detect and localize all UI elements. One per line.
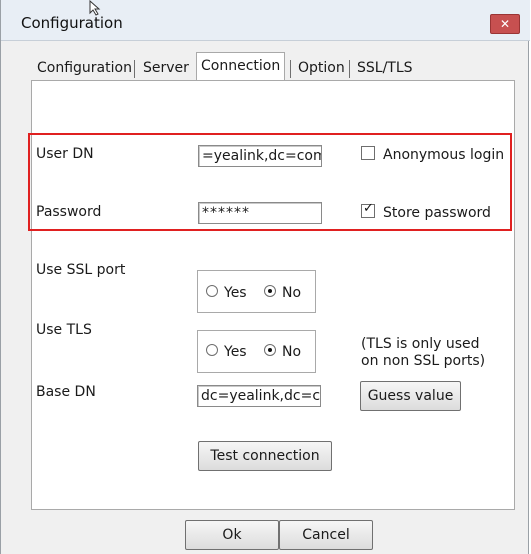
tab-server[interactable]: Server [139,56,193,80]
user-dn-label: User DN [36,146,94,162]
tls-yes-radio[interactable]: Yes [206,344,247,360]
base-dn-field[interactable]: dc=yealink,dc=c [197,385,321,407]
checkbox-box [361,146,375,160]
ssl-yes-label: Yes [224,285,247,301]
tab-configuration[interactable]: Configuration [33,56,136,80]
base-dn-label: Base DN [36,384,96,400]
use-ssl-port-label: Use SSL port [36,262,126,278]
tls-yes-label: Yes [224,344,247,360]
tab-divider [290,60,291,78]
ssl-no-radio[interactable]: No [264,285,301,301]
tls-note-line1: (TLS is only used [361,336,480,352]
ssl-yes-radio[interactable]: Yes [206,285,247,301]
radio-selected-icon [264,344,276,356]
tls-note-line2: on non SSL ports) [361,353,486,369]
tab-option[interactable]: Option [294,56,349,80]
close-button[interactable]: ✕ [490,14,520,34]
checkbox-box: ✓ [361,201,375,218]
anonymous-login-checkbox[interactable]: Anonymous login [361,146,504,163]
close-icon: ✕ [499,17,511,31]
tab-ssl-tls[interactable]: SSL/TLS [353,56,417,80]
radio-icon [206,344,218,356]
configuration-dialog: Configuration ✕ Configuration Server Con… [0,0,530,554]
password-label: Password [36,204,102,220]
tls-no-label: No [282,344,302,360]
user-dn-field[interactable]: =yealink,dc=com [198,145,322,167]
store-password-label: Store password [383,205,491,221]
tab-divider [134,60,135,78]
anonymous-login-label: Anonymous login [383,147,505,163]
window-title: Configuration [21,14,123,32]
password-field[interactable]: ****** [198,202,322,224]
tls-no-radio[interactable]: No [264,344,301,360]
tab-divider [349,60,350,78]
tab-connection[interactable]: Connection [196,52,286,82]
ssl-no-label: No [282,285,302,301]
use-tls-label: Use TLS [36,322,92,338]
ok-button[interactable]: Ok [185,520,279,550]
tls-note: (TLS is only used on non SSL ports) [361,336,485,370]
title-bar[interactable]: Configuration ✕ [1,0,530,41]
guess-value-button[interactable]: Guess value [360,381,461,411]
radio-selected-icon [264,285,276,297]
checkmark-icon: ✓ [363,201,374,216]
radio-icon [206,285,218,297]
cancel-button[interactable]: Cancel [279,520,373,550]
mouse-cursor-icon [89,0,101,16]
test-connection-button[interactable]: Test connection [198,441,332,471]
store-password-checkbox[interactable]: ✓ Store password [361,201,491,221]
